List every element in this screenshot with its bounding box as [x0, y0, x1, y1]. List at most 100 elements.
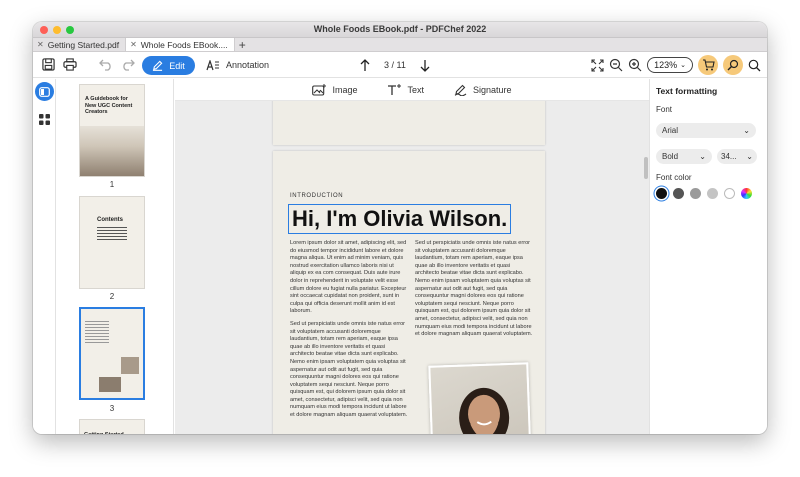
- cart-button[interactable]: [698, 55, 718, 75]
- tab-bar: ✕ Getting Started.pdf ✕ Whole Foods EBoo…: [33, 38, 767, 52]
- thumbnail-title: A Guidebook for New UGC Content Creators: [85, 96, 133, 115]
- chevron-down-icon: ⌄: [680, 62, 686, 69]
- font-weight-select[interactable]: Bold ⌄: [656, 149, 712, 164]
- add-tab-button[interactable]: +: [235, 38, 250, 52]
- thumbnail-photo: [121, 357, 139, 374]
- image-icon: [312, 83, 327, 96]
- paragraph[interactable]: Sed ut perspiciatis unde omnis iste natu…: [415, 240, 534, 339]
- canvas-scrollbar[interactable]: [644, 157, 648, 179]
- zoom-in-icon[interactable]: [628, 58, 642, 72]
- page-indicator[interactable]: 3 / 11: [384, 60, 406, 70]
- next-page-icon[interactable]: [420, 59, 430, 72]
- portrait-image: [459, 387, 510, 434]
- tab-label: Getting Started.pdf: [47, 39, 120, 50]
- color-swatch-black[interactable]: [656, 188, 667, 199]
- font-size-select[interactable]: 34... ⌄: [717, 149, 757, 164]
- selected-heading-text[interactable]: Hi, I'm Olivia Wilson.: [288, 204, 512, 234]
- thumbnail-page-2[interactable]: Contents: [79, 196, 145, 289]
- add-text-button[interactable]: Text: [387, 83, 424, 96]
- title-bar: Whole Foods EBook.pdf - PDFChef 2022: [33, 22, 767, 38]
- annotation-mode-button[interactable]: Annotation: [206, 57, 269, 73]
- thumbnail-number: 3: [109, 404, 115, 413]
- text-search-button[interactable]: [723, 55, 743, 75]
- thumbnail-page-4[interactable]: Getting Started: [79, 419, 145, 434]
- workspace: A Guidebook for New UGC Content Creators…: [33, 79, 767, 434]
- save-icon[interactable]: [39, 56, 57, 74]
- font-weight-value: Bold: [662, 152, 679, 161]
- color-picker-icon[interactable]: [741, 188, 752, 199]
- fit-page-icon[interactable]: [591, 58, 604, 72]
- cart-icon: [702, 59, 715, 71]
- chevron-down-icon: ⌄: [746, 152, 753, 161]
- right-text-column[interactable]: Sed ut perspiciatis unde omnis iste natu…: [415, 240, 534, 344]
- color-swatch-gray[interactable]: [690, 188, 701, 199]
- font-label: Font: [656, 105, 673, 114]
- left-text-column[interactable]: Lorem ipsum dolor sit amet, adipiscing e…: [290, 240, 409, 425]
- annotation-label: Annotation: [226, 60, 270, 70]
- add-signature-button[interactable]: Signature: [454, 84, 512, 96]
- tab-getting-started[interactable]: ✕ Getting Started.pdf: [33, 38, 127, 51]
- color-swatches: [656, 188, 752, 199]
- sidebar-icon: [39, 86, 50, 97]
- close-tab-icon[interactable]: ✕: [37, 40, 44, 49]
- thumbnail-toc-lines: [97, 227, 127, 240]
- thumbnail-photo: [80, 126, 144, 176]
- section-eyebrow: INTRODUCTION: [290, 193, 344, 199]
- font-family-select[interactable]: Arial ⌄: [656, 123, 756, 138]
- page-navigation: 3 / 11: [360, 56, 430, 74]
- pencil-icon: [153, 60, 163, 71]
- text-icon: [388, 83, 402, 95]
- redo-icon[interactable]: [119, 56, 137, 74]
- chevron-down-icon: ⌄: [743, 126, 750, 135]
- paragraph[interactable]: Sed ut perspiciatis unde omnis iste natu…: [290, 321, 409, 420]
- zoom-value: 123%: [654, 60, 678, 70]
- thumbnail-title: Getting Started: [80, 420, 144, 434]
- thumbnail-panel: A Guidebook for New UGC Content Creators…: [57, 79, 197, 434]
- grid-icon[interactable]: [39, 114, 50, 125]
- thumbnail-number: 1: [109, 180, 115, 189]
- previous-page: [273, 101, 545, 145]
- annotation-icon: [206, 59, 219, 70]
- font-size-value: 34...: [721, 152, 737, 161]
- current-page[interactable]: INTRODUCTION Hi, I'm Olivia Wilson. Lore…: [273, 151, 545, 434]
- paragraph[interactable]: Lorem ipsum dolor sit amet, adipiscing e…: [290, 240, 409, 316]
- text-label: Text: [407, 84, 424, 95]
- window-title: Whole Foods EBook.pdf - PDFChef 2022: [313, 24, 487, 34]
- magnifier-icon: [727, 59, 739, 71]
- thumbnail-number: 2: [109, 292, 115, 301]
- thumbnail-title: Contents: [97, 217, 123, 223]
- close-tab-icon[interactable]: ✕: [130, 40, 137, 49]
- main-toolbar: Edit Annotation 3 / 11 123% ⌄: [33, 52, 767, 78]
- edit-subtoolbar: Image Text Signature: [175, 79, 649, 101]
- thumbnail-page-1[interactable]: A Guidebook for New UGC Content Creators: [79, 84, 145, 177]
- previous-page-icon[interactable]: [360, 58, 370, 72]
- thumbnail-text-lines: [85, 321, 109, 343]
- print-icon[interactable]: [61, 56, 79, 74]
- font-family-value: Arial: [662, 126, 679, 135]
- author-photo[interactable]: [428, 362, 532, 434]
- thumbnail-page-3[interactable]: [79, 307, 145, 400]
- chevron-down-icon: ⌄: [699, 152, 706, 161]
- undo-icon[interactable]: [97, 56, 115, 74]
- thumbnails-panel-button[interactable]: [35, 82, 54, 101]
- search-icon[interactable]: [748, 59, 761, 72]
- color-swatch-white[interactable]: [724, 188, 735, 199]
- image-label: Image: [332, 84, 358, 95]
- tab-label: Whole Foods EBook....: [140, 39, 228, 50]
- app-window: Whole Foods EBook.pdf - PDFChef 2022 ✕ G…: [33, 22, 767, 434]
- font-color-label: Font color: [656, 173, 692, 182]
- thumbnail-photo: [99, 377, 121, 392]
- zoom-out-icon[interactable]: [609, 58, 623, 72]
- add-image-button[interactable]: Image: [312, 83, 358, 96]
- edit-mode-button[interactable]: Edit: [142, 56, 195, 75]
- left-rail: [33, 79, 56, 434]
- color-swatch-light-gray[interactable]: [707, 188, 718, 199]
- zoom-select[interactable]: 123% ⌄: [647, 57, 693, 73]
- panel-title: Text formatting: [656, 86, 718, 96]
- view-tools: 123% ⌄: [591, 55, 761, 75]
- signature-label: Signature: [473, 84, 512, 95]
- tab-whole-foods[interactable]: ✕ Whole Foods EBook....: [126, 38, 235, 51]
- document-canvas[interactable]: INTRODUCTION Hi, I'm Olivia Wilson. Lore…: [175, 101, 649, 434]
- edit-label: Edit: [169, 60, 185, 71]
- color-swatch-dark-gray[interactable]: [673, 188, 684, 199]
